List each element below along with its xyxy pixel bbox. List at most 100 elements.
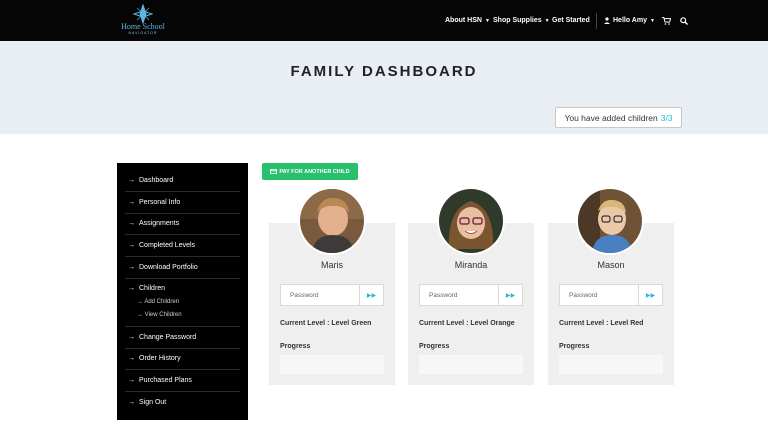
cart-icon bbox=[662, 16, 671, 25]
sidebar-item-order-history[interactable]: → Order History bbox=[128, 355, 238, 362]
top-nav-bar: Home School NAVIGATOR About HSN ▼ Shop S… bbox=[0, 0, 768, 41]
child-password-input[interactable]: Password bbox=[419, 284, 499, 306]
sidebar-item-assignments[interactable]: → Assignments bbox=[128, 220, 238, 227]
arrow-right-icon: → bbox=[128, 220, 135, 227]
home-school-navigator-logo[interactable]: Home School NAVIGATOR bbox=[115, 3, 171, 36]
arrow-right-icon: → bbox=[128, 242, 135, 249]
nav-about-label: About HSN bbox=[445, 17, 482, 24]
fast-forward-icon: ▶▶ bbox=[645, 292, 656, 299]
chevron-down-icon: ▼ bbox=[544, 17, 550, 24]
sidebar-item-label: Personal Info bbox=[139, 199, 181, 206]
fast-forward-icon: ▶▶ bbox=[366, 292, 377, 299]
sidebar-divider bbox=[125, 326, 240, 327]
arrow-right-icon: → bbox=[128, 177, 135, 184]
nav-get-started[interactable]: Get Started bbox=[552, 0, 590, 41]
nav-shop-label: Shop Supplies bbox=[493, 17, 542, 24]
sidebar-item-completed-levels[interactable]: → Completed Levels bbox=[128, 242, 238, 249]
sidebar-divider bbox=[125, 348, 240, 349]
password-submit-button[interactable]: ▶▶ bbox=[498, 284, 523, 306]
sidebar-subitem-view-children[interactable]: → View Children bbox=[137, 312, 182, 318]
sidebar-item-label: Dashboard bbox=[139, 177, 174, 184]
arrow-right-icon: → bbox=[128, 199, 135, 206]
child-current-level: Current Level : Level Green bbox=[280, 320, 372, 327]
arrow-right-icon: → bbox=[128, 355, 135, 362]
chevron-down-icon: ▼ bbox=[649, 17, 655, 24]
arrow-right-icon: → bbox=[137, 299, 143, 305]
pay-button-label: PAY FOR ANOTHER CHILD bbox=[279, 168, 350, 175]
arrow-right-icon: → bbox=[128, 285, 135, 292]
progress-bar bbox=[280, 355, 384, 374]
arrow-right-icon: → bbox=[128, 334, 135, 341]
sidebar-item-sign-out[interactable]: → Sign Out bbox=[128, 399, 238, 406]
sidebar-divider bbox=[125, 191, 240, 192]
sidebar-item-personal-info[interactable]: → Personal Info bbox=[128, 199, 238, 206]
child-avatar-mason bbox=[576, 187, 644, 255]
child-avatar-miranda bbox=[437, 187, 505, 255]
logo-subtext: NAVIGATOR bbox=[128, 31, 158, 35]
sidebar-divider bbox=[125, 234, 240, 235]
password-submit-button[interactable]: ▶▶ bbox=[359, 284, 384, 306]
page-title: FAMILY DASHBOARD bbox=[290, 63, 478, 80]
progress-label: Progress bbox=[419, 343, 450, 350]
sidebar-divider bbox=[125, 256, 240, 257]
sidebar-divider bbox=[125, 278, 240, 279]
sidebar-item-label: Assignments bbox=[139, 220, 180, 227]
sidebar-item-label: Completed Levels bbox=[139, 242, 196, 249]
arrow-right-icon: → bbox=[137, 312, 143, 318]
child-current-level: Current Level : Level Orange bbox=[419, 320, 515, 327]
sidebar-item-dashboard[interactable]: → Dashboard bbox=[128, 177, 238, 184]
sidebar-subitem-label: Add Children bbox=[144, 299, 180, 305]
sidebar-divider bbox=[125, 213, 240, 214]
nav-shop-supplies[interactable]: Shop Supplies ▼ bbox=[493, 0, 550, 41]
cart-button[interactable] bbox=[662, 0, 671, 41]
sidebar-item-label: Change Password bbox=[139, 334, 197, 341]
children-added-counter: You have added children 3/3 bbox=[555, 107, 682, 128]
arrow-right-icon: → bbox=[128, 264, 135, 271]
child-name: Miranda bbox=[454, 260, 488, 270]
sidebar-divider bbox=[125, 369, 240, 370]
nav-get-started-label: Get Started bbox=[552, 17, 590, 24]
sidebar-item-children[interactable]: → Children bbox=[128, 285, 238, 292]
user-menu[interactable]: Hello Amy ▼ bbox=[604, 0, 655, 41]
sidebar-item-label: Download Portfolio bbox=[139, 264, 198, 271]
compass-logo-icon bbox=[132, 3, 154, 25]
child-current-level: Current Level : Level Red bbox=[559, 320, 644, 327]
progress-label: Progress bbox=[559, 343, 590, 350]
dashboard-hero: FAMILY DASHBOARD You have added children… bbox=[0, 41, 768, 134]
pay-for-another-child-button[interactable]: PAY FOR ANOTHER CHILD bbox=[262, 163, 358, 180]
sidebar-item-purchased-plans[interactable]: → Purchased Plans bbox=[128, 377, 238, 384]
search-icon bbox=[680, 16, 688, 25]
arrow-right-icon: → bbox=[128, 399, 135, 406]
user-greeting: Hello Amy bbox=[613, 17, 647, 24]
child-avatar-maris bbox=[298, 187, 366, 255]
progress-bar bbox=[559, 355, 663, 374]
sidebar-subitem-add-children[interactable]: → Add Children bbox=[137, 299, 179, 305]
nav-about-hsn[interactable]: About HSN ▼ bbox=[445, 0, 490, 41]
dashboard-sidebar: → Dashboard → Personal Info → Assignments →… bbox=[117, 163, 248, 420]
card-icon bbox=[270, 169, 278, 174]
children-added-text: You have added children bbox=[564, 112, 658, 123]
password-submit-button[interactable]: ▶▶ bbox=[638, 284, 663, 306]
fast-forward-icon: ▶▶ bbox=[505, 292, 516, 299]
child-name: Maris bbox=[321, 260, 343, 270]
sidebar-item-label: Children bbox=[139, 285, 166, 292]
sidebar-divider bbox=[125, 391, 240, 392]
child-name: Mason bbox=[597, 260, 625, 270]
sidebar-item-label: Sign Out bbox=[139, 399, 167, 406]
progress-label: Progress bbox=[280, 343, 311, 350]
arrow-right-icon: → bbox=[128, 377, 135, 384]
nav-divider bbox=[596, 13, 597, 29]
child-password-input[interactable]: Password bbox=[280, 284, 360, 306]
logo-text: Home School bbox=[121, 22, 165, 31]
child-password-input[interactable]: Password bbox=[559, 284, 639, 306]
sidebar-item-label: Purchased Plans bbox=[139, 377, 192, 384]
sidebar-item-label: Order History bbox=[139, 355, 181, 362]
sidebar-subitem-label: View Children bbox=[144, 312, 182, 318]
search-button[interactable] bbox=[680, 0, 688, 41]
sidebar-item-change-password[interactable]: → Change Password bbox=[128, 334, 238, 341]
progress-bar bbox=[419, 355, 523, 374]
sidebar-item-download-portfolio[interactable]: → Download Portfolio bbox=[128, 264, 238, 271]
children-added-count: 3/3 bbox=[660, 112, 673, 123]
user-icon bbox=[604, 17, 610, 24]
chevron-down-icon: ▼ bbox=[484, 17, 490, 24]
